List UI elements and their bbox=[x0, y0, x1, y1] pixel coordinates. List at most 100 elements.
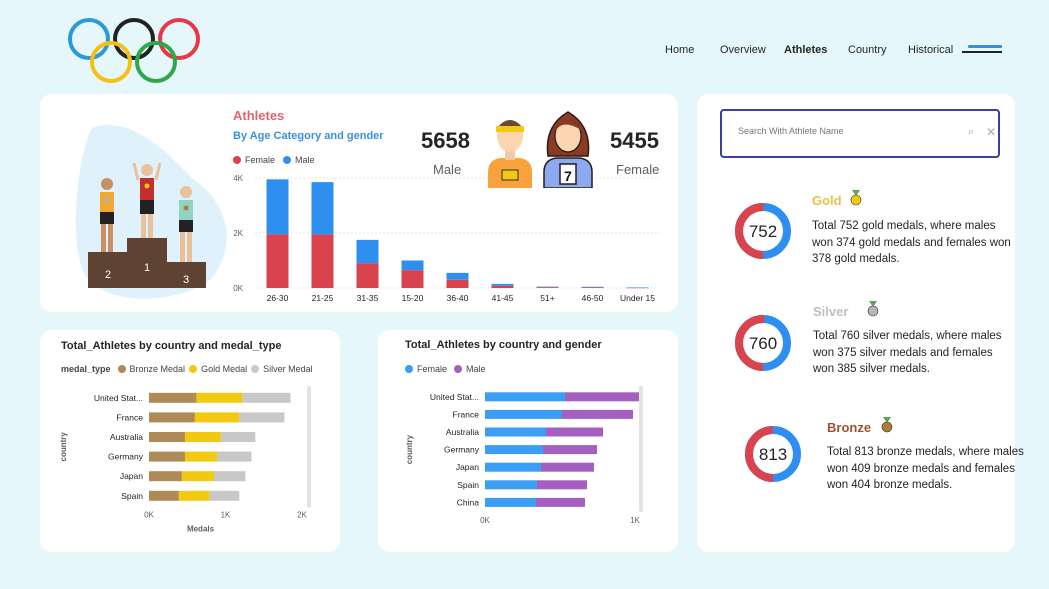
medal-title-bronze: Bronze bbox=[827, 420, 872, 435]
female-athlete-icon: 7 bbox=[543, 111, 593, 188]
gender-chart-bar[interactable] bbox=[485, 409, 562, 419]
medal-chart-y-label: country bbox=[59, 432, 68, 462]
age-x-tick: 26-30 bbox=[267, 293, 289, 303]
female-count: 5455 bbox=[610, 128, 659, 153]
medal-chart-bar[interactable] bbox=[149, 412, 195, 423]
age-x-tick: 41-45 bbox=[492, 293, 514, 303]
nav-home[interactable]: Home bbox=[665, 44, 694, 56]
medal-chart-bar[interactable] bbox=[214, 471, 246, 482]
bib-number: 7 bbox=[564, 168, 572, 184]
clear-search-icon[interactable]: ✕ bbox=[986, 125, 996, 139]
gender-chart-bar[interactable] bbox=[485, 497, 536, 507]
medal-chart-bar[interactable] bbox=[242, 392, 291, 403]
medal-chart-bar[interactable] bbox=[196, 392, 243, 403]
gender-chart-bar[interactable] bbox=[485, 427, 546, 437]
age-x-tick: 46-50 bbox=[582, 293, 604, 303]
age-bar-female[interactable] bbox=[401, 270, 424, 288]
gender-chart-bar[interactable] bbox=[562, 409, 633, 419]
medal-chart-bar[interactable] bbox=[194, 412, 240, 423]
age-y-tick: 2K bbox=[233, 229, 243, 238]
athlete-search-box[interactable]: ⌕ ✕ bbox=[720, 109, 1000, 158]
medal-icon-bronze bbox=[881, 417, 893, 433]
medal-chart-bar[interactable] bbox=[239, 412, 285, 423]
age-bar-male[interactable] bbox=[356, 239, 379, 264]
nav-historical[interactable]: Historical bbox=[908, 44, 953, 56]
age-bar-male[interactable] bbox=[401, 260, 424, 271]
nav-overview[interactable]: Overview bbox=[720, 44, 766, 56]
medal-desc-bronze: Total 813 bronze medals, where males won… bbox=[827, 446, 1024, 491]
age-bar-male[interactable] bbox=[446, 272, 469, 280]
gender-chart-bar[interactable] bbox=[485, 392, 565, 402]
podium-label-first: 1 bbox=[144, 262, 150, 274]
nav-athletes[interactable]: Athletes bbox=[784, 44, 827, 56]
medal-chart-bar[interactable] bbox=[181, 471, 215, 482]
search-icon[interactable]: ⌕ bbox=[968, 126, 974, 139]
gender-chart-x-tick: 0K bbox=[480, 516, 490, 525]
age-bar-male[interactable] bbox=[581, 286, 604, 288]
gender-chart-scrollbar[interactable] bbox=[639, 386, 643, 512]
gender-chart-y-tick: Japan bbox=[456, 462, 479, 472]
medal-chart-bar[interactable] bbox=[178, 490, 210, 501]
gender-chart-bar[interactable] bbox=[537, 480, 587, 490]
medal-donut-bronze: 813 bbox=[745, 426, 801, 482]
gender-chart-y-tick: Australia bbox=[446, 427, 479, 437]
gender-chart-bar[interactable] bbox=[536, 497, 585, 507]
age-bar-female[interactable] bbox=[581, 287, 604, 288]
medal-type-chart: 0K 1K 2K United Stat... France Australia Germa… bbox=[59, 386, 311, 534]
age-bar-female[interactable] bbox=[536, 287, 559, 288]
gender-chart-bar[interactable] bbox=[541, 462, 594, 472]
medal-chart-scrollbar[interactable] bbox=[307, 386, 311, 508]
age-bar-male[interactable] bbox=[536, 286, 559, 288]
gender-chart: 0K 1K United Stat... France Australia Germany… bbox=[405, 386, 643, 525]
legend-female-dot bbox=[233, 156, 241, 164]
medal-chart-bar[interactable] bbox=[209, 490, 240, 501]
age-bar-female[interactable] bbox=[311, 234, 334, 288]
podium-label-third: 3 bbox=[183, 274, 189, 286]
age-bar-female[interactable] bbox=[266, 234, 289, 288]
medal-icon-gold bbox=[850, 190, 862, 206]
gender-chart-bar[interactable] bbox=[485, 462, 541, 472]
gender-chart-y-tick: United Stat... bbox=[430, 392, 479, 402]
gender-chart-y-tick: Spain bbox=[457, 480, 479, 490]
gender-chart-bar[interactable] bbox=[485, 480, 537, 490]
hamburger-menu-icon[interactable] bbox=[962, 45, 1004, 55]
medal-chart-bar[interactable] bbox=[184, 432, 221, 442]
legend-gold-dot bbox=[189, 365, 198, 373]
medal-title-gold: Gold bbox=[812, 193, 842, 208]
medal-chart-y-tick: France bbox=[117, 412, 144, 422]
medal-donut-gold: 752 bbox=[735, 203, 791, 259]
age-bar-male[interactable] bbox=[311, 182, 334, 235]
age-bar-male[interactable] bbox=[266, 179, 289, 235]
medal-chart-x-label: Medals bbox=[187, 525, 215, 534]
medal-donut-silver: 760 bbox=[735, 315, 791, 371]
medal-desc-gold: Total 752 gold medals, where males won 3… bbox=[812, 220, 1011, 265]
medal-chart-x-tick: 2K bbox=[297, 511, 307, 520]
medal-chart-bar[interactable] bbox=[220, 432, 256, 442]
age-x-tick: 36-40 bbox=[447, 293, 469, 303]
age-bar-female[interactable] bbox=[446, 279, 469, 288]
gender-chart-bar[interactable] bbox=[565, 392, 640, 402]
age-bar-male[interactable] bbox=[626, 287, 649, 288]
legend-male-label: Male bbox=[295, 155, 315, 165]
podium-label-second: 2 bbox=[105, 269, 111, 281]
medal-chart-bar[interactable] bbox=[149, 432, 185, 442]
gender-chart-bar[interactable] bbox=[546, 427, 603, 437]
athlete-search-input[interactable] bbox=[738, 126, 958, 136]
gender-chart-bar[interactable] bbox=[543, 445, 597, 455]
age-x-tick: Under 15 bbox=[620, 293, 655, 303]
medal-chart-bar[interactable] bbox=[149, 471, 182, 482]
medal-chart-y-tick: Australia bbox=[110, 432, 143, 442]
age-bar-male[interactable] bbox=[491, 283, 514, 286]
medal-chart-x-tick: 0K bbox=[144, 511, 154, 520]
medal-chart-bar[interactable] bbox=[217, 451, 252, 462]
age-category-chart: 0K 2K 4K 26-30 21-25 31-35 15-20 36-40 41-45 51+ 4… bbox=[233, 174, 660, 303]
nav-country[interactable]: Country bbox=[848, 44, 887, 56]
gender-chart-bar[interactable] bbox=[485, 445, 543, 455]
medal-chart-bar[interactable] bbox=[149, 392, 197, 403]
legend-silver-label: Silver Medal bbox=[263, 364, 313, 374]
medal-chart-bar[interactable] bbox=[184, 451, 218, 462]
age-bar-female[interactable] bbox=[356, 263, 379, 288]
age-bar-female[interactable] bbox=[491, 285, 514, 288]
medal-chart-bar[interactable] bbox=[149, 451, 185, 462]
medal-chart-bar[interactable] bbox=[149, 490, 179, 501]
